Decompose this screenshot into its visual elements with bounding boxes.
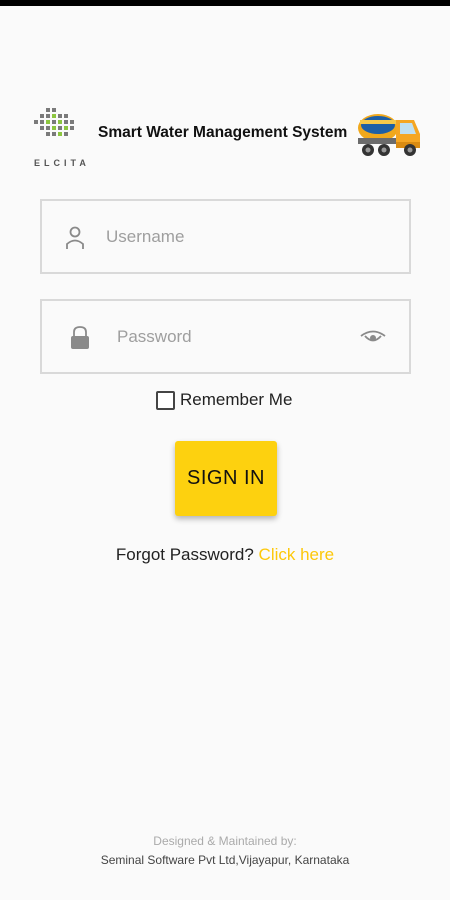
- sign-in-button[interactable]: SIGN IN: [175, 441, 277, 516]
- brand-logo: ELCITA: [32, 106, 92, 168]
- lock-icon: [68, 325, 92, 351]
- person-icon: [63, 225, 87, 251]
- forgot-password-link[interactable]: Click here: [259, 545, 335, 564]
- app-title: Smart Water Management System: [98, 124, 348, 141]
- eye-icon[interactable]: [359, 327, 387, 349]
- logo-text: ELCITA: [34, 158, 90, 168]
- header: ELCITA Smart Water Management System: [0, 100, 450, 170]
- forgot-password: Forgot Password? Click here: [0, 545, 450, 565]
- forgot-password-text: Forgot Password?: [115, 545, 254, 564]
- remember-me-checkbox[interactable]: [156, 390, 175, 410]
- password-field[interactable]: [40, 299, 411, 374]
- footer-designed-by: Designed & Maintained by:: [153, 834, 297, 848]
- truck-icon: [356, 108, 422, 160]
- remember-me-label: Remember Me: [180, 390, 293, 409]
- logo-dots-icon: [34, 108, 74, 136]
- status-bar: [0, 0, 450, 6]
- password-input[interactable]: [117, 301, 347, 372]
- footer: Designed & Maintained by: Seminal Softwa…: [0, 832, 450, 870]
- footer-company: Seminal Software Pvt Ltd,Vijayapur, Karn…: [100, 853, 350, 867]
- username-field[interactable]: [40, 199, 411, 274]
- username-input[interactable]: [106, 201, 396, 272]
- remember-me[interactable]: Remember Me: [156, 388, 292, 412]
